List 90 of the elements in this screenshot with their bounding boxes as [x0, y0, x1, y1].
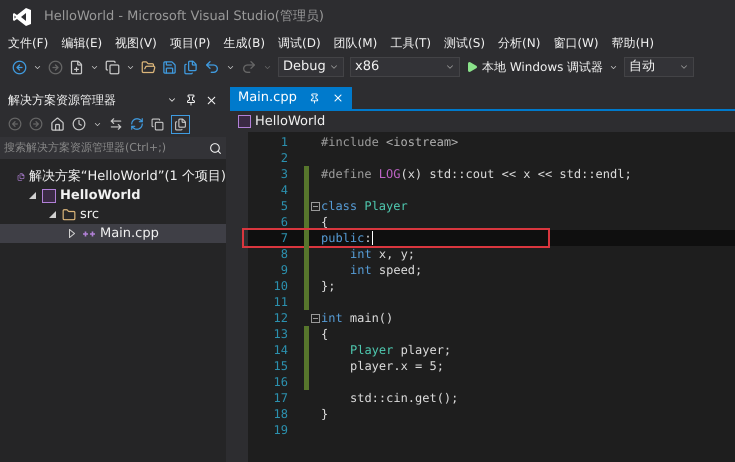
code-line: Player player; [349, 342, 452, 358]
code-line: int main() [321, 310, 394, 326]
text-cursor [372, 231, 373, 245]
window-title: HelloWorld - Microsoft Visual Studio(管理员) [44, 8, 324, 26]
menu-item[interactable]: 工具(T) [390, 34, 432, 52]
line-number: 8 [280, 246, 288, 263]
line-number: 14 [272, 342, 288, 359]
project-icon [238, 115, 251, 128]
menu-item[interactable]: 调试(D) [278, 34, 321, 52]
line-number: 9 [280, 262, 288, 279]
code-line: { [321, 326, 328, 342]
platform-dropdown[interactable]: x86 [350, 57, 460, 77]
menu-item[interactable]: 帮助(H) [612, 34, 654, 52]
search-field[interactable]: 搜索解决方案资源管理器(Ctrl+;) [0, 137, 226, 159]
code-line: std::cin.get(); [349, 390, 458, 406]
line-number: 7 [280, 230, 288, 247]
collapse-icon[interactable] [310, 202, 320, 210]
code-line: #include <iostream> [321, 134, 458, 150]
project-icon [42, 188, 56, 202]
code-line: #define LOG(x) std::cout << x << std::endl; [321, 166, 632, 182]
target-dropdown[interactable]: 自动 [624, 57, 694, 77]
line-number: 11 [272, 294, 288, 311]
clock-icon[interactable] [72, 117, 86, 131]
redo-icon[interactable] [241, 59, 257, 75]
folder-icon [62, 208, 76, 222]
menu-item[interactable]: 窗口(W) [553, 34, 599, 52]
close-icon[interactable] [205, 94, 218, 106]
code-line: }; [321, 278, 336, 294]
line-number: 12 [272, 310, 288, 327]
save-icon[interactable] [162, 60, 177, 74]
save-all-icon[interactable] [183, 60, 198, 74]
line-number: 19 [272, 422, 288, 439]
line-number: 16 [272, 374, 288, 391]
menu-item[interactable]: 生成(B) [223, 34, 266, 52]
line-number: 4 [280, 182, 288, 199]
code-line: int speed; [349, 262, 422, 278]
play-icon [466, 61, 478, 73]
collapse-icon[interactable] [310, 314, 320, 322]
menu-item[interactable]: 团队(M) [334, 34, 378, 52]
collapsed-icon[interactable] [69, 229, 75, 238]
menu-item[interactable]: 文件(F) [8, 34, 48, 52]
tree-label: HelloWorld [60, 186, 141, 205]
forward-icon[interactable] [48, 60, 63, 74]
app-logo-icon [12, 6, 32, 26]
menu-item[interactable]: 测试(S) [444, 34, 486, 52]
menu-item[interactable]: 编辑(E) [61, 34, 102, 52]
new-project-icon[interactable] [69, 60, 84, 74]
pin-icon[interactable] [185, 94, 197, 106]
tree-item[interactable]: src [0, 205, 226, 224]
open-icon[interactable] [141, 60, 156, 74]
code-line: { [321, 214, 328, 230]
menu-item[interactable]: 视图(V) [115, 34, 157, 52]
code-line: int x, y; [349, 246, 416, 262]
cpp-file-icon [82, 228, 96, 238]
configuration-dropdown[interactable]: Debug [278, 57, 344, 77]
code-line: player.x = 5; [349, 358, 444, 374]
menu-item[interactable]: 分析(N) [498, 34, 540, 52]
tree-label: Main.cpp [100, 224, 159, 243]
line-number: 18 [272, 406, 288, 423]
line-number: 2 [280, 150, 288, 167]
add-item-icon[interactable] [105, 60, 120, 74]
line-number: 1 [280, 134, 288, 151]
code-line: } [321, 406, 328, 422]
tree-label: src [80, 206, 99, 224]
home-icon[interactable] [50, 116, 65, 132]
menu-item[interactable]: 项目(P) [170, 34, 210, 52]
line-number: 6 [280, 214, 288, 231]
line-number: 3 [280, 166, 288, 183]
tree-item[interactable]: Main.cpp [0, 224, 226, 243]
code-line: public: [321, 230, 372, 246]
line-number: 17 [272, 390, 288, 407]
expanded-icon[interactable] [48, 211, 56, 218]
refresh-icon[interactable] [130, 117, 144, 131]
line-number: 15 [272, 358, 288, 375]
tree-item[interactable]: HelloWorld [0, 186, 226, 205]
undo-icon[interactable] [204, 59, 220, 75]
code-line: class Player [321, 198, 408, 214]
run-button[interactable]: 本地 Windows 调试器 [466, 58, 604, 76]
show-files-button[interactable] [171, 114, 190, 134]
line-number: 13 [272, 326, 288, 343]
forward-icon[interactable] [29, 117, 43, 131]
expanded-icon[interactable] [28, 192, 36, 199]
panel-title: 解决方案资源管理器 [8, 92, 116, 109]
search-icon[interactable] [209, 142, 222, 154]
line-number: 10 [272, 278, 288, 295]
collapse-all-icon[interactable] [151, 118, 164, 130]
back-icon[interactable] [12, 60, 27, 74]
line-number: 5 [280, 198, 288, 215]
sync-icon[interactable] [109, 117, 123, 131]
back-icon[interactable] [8, 117, 22, 131]
